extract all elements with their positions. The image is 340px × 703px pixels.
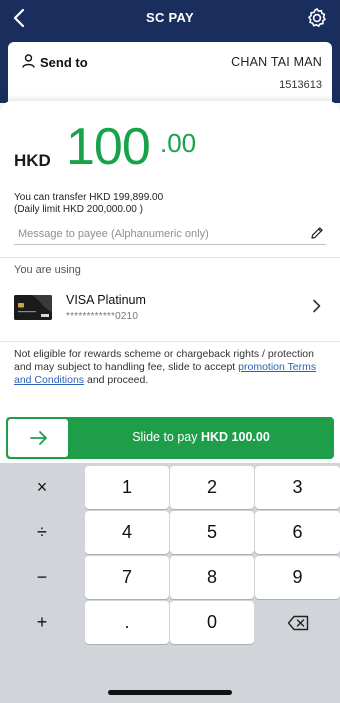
- notice-text-end: and proceed.: [84, 374, 149, 386]
- divide-key[interactable]: ÷: [0, 511, 84, 554]
- settings-button[interactable]: [306, 7, 328, 29]
- slider-label: Slide to pay HKD 100.00: [68, 430, 334, 444]
- amount-integer: 100: [66, 118, 151, 176]
- payee-account: 1513613: [279, 79, 322, 91]
- digit-key-3[interactable]: 3: [255, 466, 340, 509]
- backspace-icon: [287, 615, 308, 630]
- payment-sheet: HKD 100 .00 You can transfer HKD 199,899…: [0, 101, 340, 461]
- minus-key[interactable]: −: [0, 556, 84, 599]
- send-to-label: Send to: [40, 55, 88, 70]
- multiply-key[interactable]: ×: [0, 466, 84, 509]
- slider-handle[interactable]: [8, 419, 68, 457]
- transfer-limit: You can transfer HKD 199,899.00: [14, 192, 164, 203]
- digit-key-4[interactable]: 4: [85, 511, 169, 554]
- person-icon: [22, 54, 35, 68]
- numeric-keypad: × 1 2 3 ÷ 4 5 6 −7 8 9 +. 0: [0, 463, 340, 703]
- decimal-key[interactable]: .: [85, 601, 169, 644]
- digit-key-0[interactable]: 0: [170, 601, 254, 644]
- plus-key[interactable]: +: [0, 601, 84, 644]
- daily-limit: (Daily limit HKD 200,000.00 ): [14, 204, 143, 215]
- message-field[interactable]: [14, 223, 326, 245]
- payee-name: CHAN TAI MAN: [231, 55, 322, 69]
- digit-key-6[interactable]: 6: [255, 511, 340, 554]
- currency-code: HKD: [14, 151, 51, 170]
- slider-prefix: Slide to pay: [132, 430, 198, 444]
- pencil-icon[interactable]: [310, 226, 324, 240]
- terms-notice: Not eligible for rewards scheme or charg…: [14, 348, 328, 387]
- card-name: VISA Platinum: [66, 293, 146, 307]
- credit-card-image: [14, 295, 52, 320]
- payment-source-label: You are using: [14, 264, 81, 276]
- gear-icon: [308, 8, 326, 27]
- digit-key-2[interactable]: 2: [170, 466, 254, 509]
- chevron-right-icon: [313, 299, 321, 313]
- digit-key-1[interactable]: 1: [85, 466, 169, 509]
- backspace-key[interactable]: [255, 601, 340, 644]
- digit-key-5[interactable]: 5: [170, 511, 254, 554]
- amount-decimal: .00: [160, 128, 197, 158]
- digit-key-7[interactable]: 7: [85, 556, 169, 599]
- divider: [0, 257, 340, 258]
- slider-amount: HKD 100.00: [201, 430, 270, 444]
- arrow-right-icon: [30, 431, 47, 445]
- digit-key-9[interactable]: 9: [255, 556, 340, 599]
- digit-key-8[interactable]: 8: [170, 556, 254, 599]
- amount-display: HKD 100 .00: [14, 115, 324, 185]
- divider: [0, 341, 340, 342]
- page-title: SC PAY: [145, 10, 195, 25]
- message-input[interactable]: [18, 226, 298, 242]
- payment-card-selector[interactable]: VISA Platinum ************0210: [0, 283, 340, 331]
- slide-to-pay[interactable]: Slide to pay HKD 100.00: [6, 417, 334, 459]
- app-header: SC PAY Send to CHAN TAI MAN 1513613: [0, 0, 340, 112]
- card-number: ************0210: [66, 311, 139, 322]
- home-indicator: [108, 690, 232, 695]
